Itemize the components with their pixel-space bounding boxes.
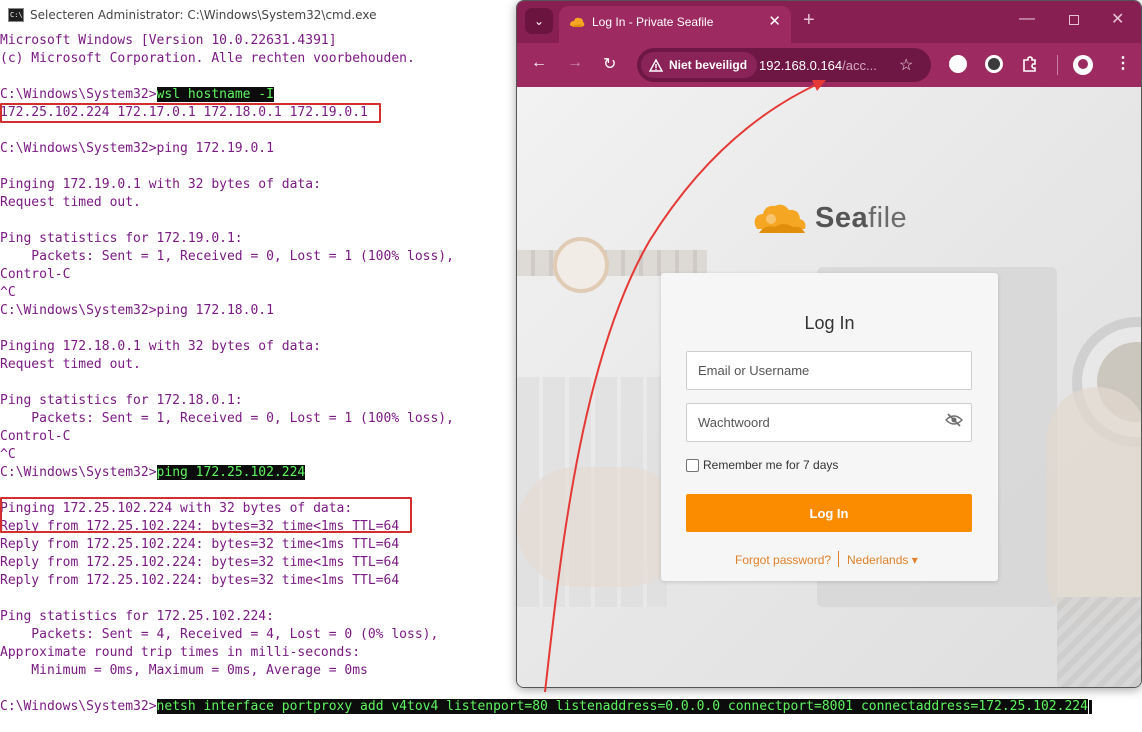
cmd-line: Packets: Sent = 4, Received = 4, Lost = … — [0, 627, 439, 642]
cmd-line: Request timed out. — [0, 195, 141, 210]
cmd-prompt: C:\Windows\System32> — [0, 87, 157, 102]
login-title: Log In — [804, 313, 855, 333]
window-close-icon[interactable]: ✕ — [1111, 9, 1124, 29]
toolbar-divider — [1057, 55, 1058, 75]
menu-kebab-icon[interactable]: ⋮ — [1115, 53, 1131, 73]
background-sleeve — [1057, 597, 1141, 687]
cmd-command: wsl hostname -I — [156, 87, 274, 102]
seafile-logo-icon — [754, 204, 806, 233]
language-selector[interactable]: Nederlands ▾ — [847, 553, 918, 567]
cmd-prompt: C:\Windows\System32> — [0, 465, 157, 480]
security-chip[interactable]: Niet beveiligd — [641, 52, 758, 78]
cmd-line: C:\Windows\System32>ping 172.25.102.224 — [0, 464, 306, 482]
cmd-line: (c) Microsoft Corporation. Alle rechten … — [0, 51, 415, 66]
cmd-line: Minimum = 0ms, Maximum = 0ms, Average = … — [0, 663, 368, 678]
cmd-line: Request timed out. — [0, 357, 141, 372]
reload-icon[interactable]: ↻ — [603, 54, 616, 74]
cmd-line: Packets: Sent = 1, Received = 0, Lost = … — [0, 411, 454, 426]
terminal-icon: C:\ — [8, 8, 24, 22]
tab-close-icon[interactable]: ✕ — [768, 12, 781, 30]
browser-toolbar: ← → ↻ Niet beveiligd 192.168.0.164/acc..… — [517, 43, 1141, 87]
text-cursor — [1088, 699, 1092, 714]
cmd-line: Pinging 172.19.0.1 with 32 bytes of data… — [0, 177, 321, 192]
logo-wordmark-prefix: Sea — [815, 201, 869, 234]
url-text: 192.168.0.164/acc... — [759, 58, 877, 73]
cmd-line: C:\Windows\System32>wsl hostname -I — [0, 86, 274, 104]
forgot-password-link[interactable]: Forgot password? — [735, 553, 831, 567]
maximize-icon[interactable] — [1069, 15, 1079, 25]
warning-triangle-icon — [649, 58, 663, 72]
cmd-line: ^C — [0, 285, 16, 300]
cmd-line: C:\Windows\System32>ping 172.19.0.1 — [0, 141, 274, 156]
seafile-favicon-icon — [570, 17, 585, 27]
logo-wordmark: Seafile — [815, 202, 907, 235]
extension-icon[interactable] — [949, 55, 967, 73]
profile-avatar-icon[interactable] — [1073, 55, 1093, 75]
hide-password-eye-icon[interactable] — [945, 413, 963, 427]
background-hand-right — [1047, 387, 1141, 627]
forward-arrow-icon[interactable]: → — [567, 54, 583, 72]
cmd-command: netsh interface portproxy add v4tov4 lis… — [156, 699, 1088, 714]
login-button[interactable]: Log In — [686, 494, 972, 532]
cmd-line: C:\Windows\System32>ping 172.18.0.1 — [0, 303, 274, 318]
tab-strip: ⌄ Log In - Private Seafile ✕ + — ✕ — [517, 1, 1141, 43]
cmd-line: Microsoft Windows [Version 10.0.22631.43… — [0, 33, 337, 48]
login-card: Log In Remember me for 7 days Log In For… — [661, 273, 998, 581]
cmd-line: Ping statistics for 172.25.102.224: — [0, 609, 274, 624]
cmd-window-title: Selecteren Administrator: C:\Windows\Sys… — [30, 8, 377, 22]
background-watch — [553, 237, 609, 293]
browser-window: ⌄ Log In - Private Seafile ✕ + — ✕ ← → ↻ — [516, 0, 1142, 688]
password-input[interactable] — [686, 403, 972, 442]
cmd-line: C:\Windows\System32>netsh interface port… — [0, 698, 1092, 716]
cmd-line: Control-C — [0, 429, 71, 444]
cmd-line: Reply from 172.25.102.224: bytes=32 time… — [0, 573, 400, 588]
cmd-line: Approximate round trip times in milli-se… — [0, 645, 361, 660]
puzzle-extensions-icon[interactable] — [1021, 55, 1039, 73]
cmd-line: Reply from 172.25.102.224: bytes=32 time… — [0, 537, 400, 552]
bookmark-star-icon[interactable]: ☆ — [899, 55, 913, 75]
remember-me-row[interactable]: Remember me for 7 days — [686, 458, 838, 472]
address-bar[interactable]: Niet beveiligd 192.168.0.164/acc... ☆ — [637, 48, 931, 82]
chatgpt-extension-icon[interactable] — [985, 55, 1003, 73]
back-arrow-icon[interactable]: ← — [531, 54, 547, 72]
page-viewport: Seafile Log In Remember me for 7 days Lo… — [517, 87, 1141, 687]
username-input[interactable] — [686, 351, 972, 390]
url-host: 192.168.0.164 — [759, 58, 843, 73]
ip-list-highlight-box — [0, 103, 381, 123]
cmd-line: Ping statistics for 172.19.0.1: — [0, 231, 243, 246]
ping-reply-highlight-box — [0, 497, 412, 533]
cmd-line: Pinging 172.18.0.1 with 32 bytes of data… — [0, 339, 321, 354]
logo-wordmark-suffix: file — [868, 201, 908, 234]
url-path: /acc... — [842, 58, 877, 73]
cmd-line: Control-C — [0, 267, 71, 282]
footer-divider — [838, 551, 839, 567]
remember-me-checkbox[interactable] — [686, 458, 699, 472]
cmd-line: Packets: Sent = 1, Received = 0, Lost = … — [0, 249, 454, 264]
cmd-line: Reply from 172.25.102.224: bytes=32 time… — [0, 555, 400, 570]
remember-me-label: Remember me for 7 days — [703, 458, 839, 472]
new-tab-icon[interactable]: + — [803, 9, 815, 32]
tab-title: Log In - Private Seafile — [592, 15, 714, 29]
cmd-prompt: C:\Windows\System32> — [0, 699, 157, 714]
security-label: Niet beveiligd — [669, 58, 748, 72]
tab-seafile-login[interactable]: Log In - Private Seafile ✕ — [559, 6, 791, 43]
seafile-logo: Seafile — [749, 197, 907, 239]
tab-search-dropdown-icon[interactable]: ⌄ — [525, 8, 553, 34]
cmd-line: Ping statistics for 172.18.0.1: — [0, 393, 243, 408]
minimize-icon[interactable]: — — [1019, 10, 1035, 28]
cmd-line: ^C — [0, 447, 16, 462]
cmd-command: ping 172.25.102.224 — [156, 465, 306, 480]
